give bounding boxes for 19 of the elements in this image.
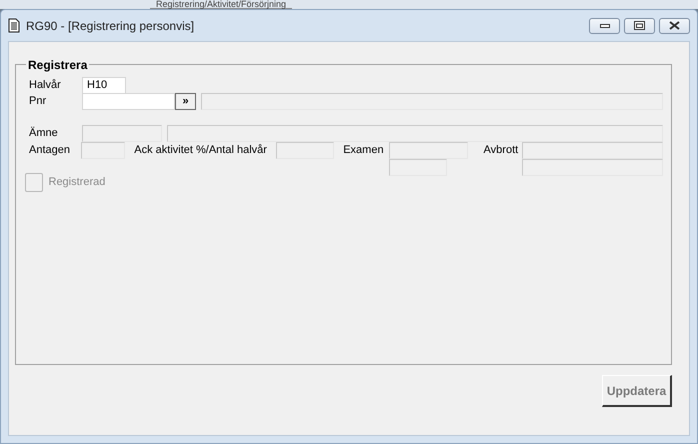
field-label: Halvår	[29, 78, 62, 93]
minimize-icon	[600, 24, 610, 28]
field-label: Examen	[343, 143, 385, 158]
lookup-button[interactable]: »	[175, 93, 196, 110]
close-icon	[669, 21, 680, 30]
document-icon	[8, 18, 20, 33]
field-label: Ämne	[29, 126, 59, 141]
window-title: RG90 - [Registrering personvis]	[26, 18, 196, 34]
minimize-button[interactable]	[589, 18, 620, 34]
maximize-icon	[634, 21, 645, 30]
field-label: Pnr	[29, 94, 48, 109]
field-label: Avbrott	[484, 143, 520, 158]
close-button[interactable]	[659, 18, 690, 34]
field-label: Ack aktivitet %/Antal halvår	[134, 143, 268, 158]
maximize-button[interactable]	[624, 18, 655, 34]
checkbox-label: Registrerad	[48, 175, 106, 190]
input-field[interactable]: H10	[82, 77, 126, 94]
field-label: Antagen	[29, 143, 71, 158]
input-field[interactable]	[82, 93, 175, 110]
